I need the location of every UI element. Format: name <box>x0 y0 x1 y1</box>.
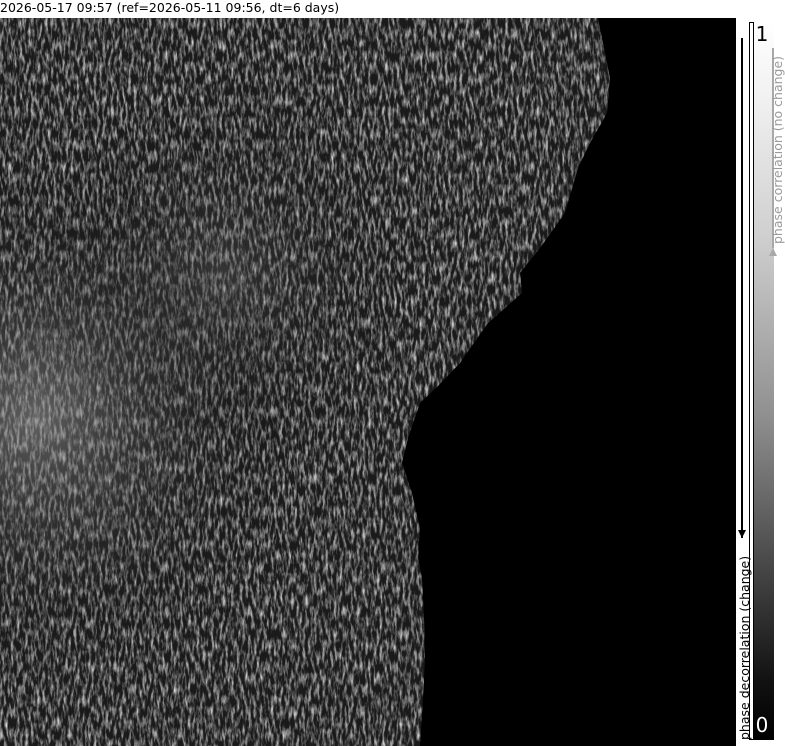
coherence-map-image <box>0 18 736 746</box>
colorbar-label-change: phase decorrelation (change) <box>737 555 752 740</box>
coherence-map <box>0 18 736 746</box>
down-arrow-icon <box>741 38 743 538</box>
image-title: 2026-05-17 09:57 (ref=2026-05-11 09:56, … <box>0 0 340 15</box>
colorbar-min-label: 0 <box>755 713 769 737</box>
colorbar-label-no-change: phase correlation (no change) <box>770 55 785 244</box>
up-arrow-head-icon <box>769 248 777 256</box>
colorbar-max-label: 1 <box>755 22 769 46</box>
colorbar: 1 0 phase correlation (no change) phase … <box>736 18 785 746</box>
down-arrow-head-icon <box>738 530 746 538</box>
